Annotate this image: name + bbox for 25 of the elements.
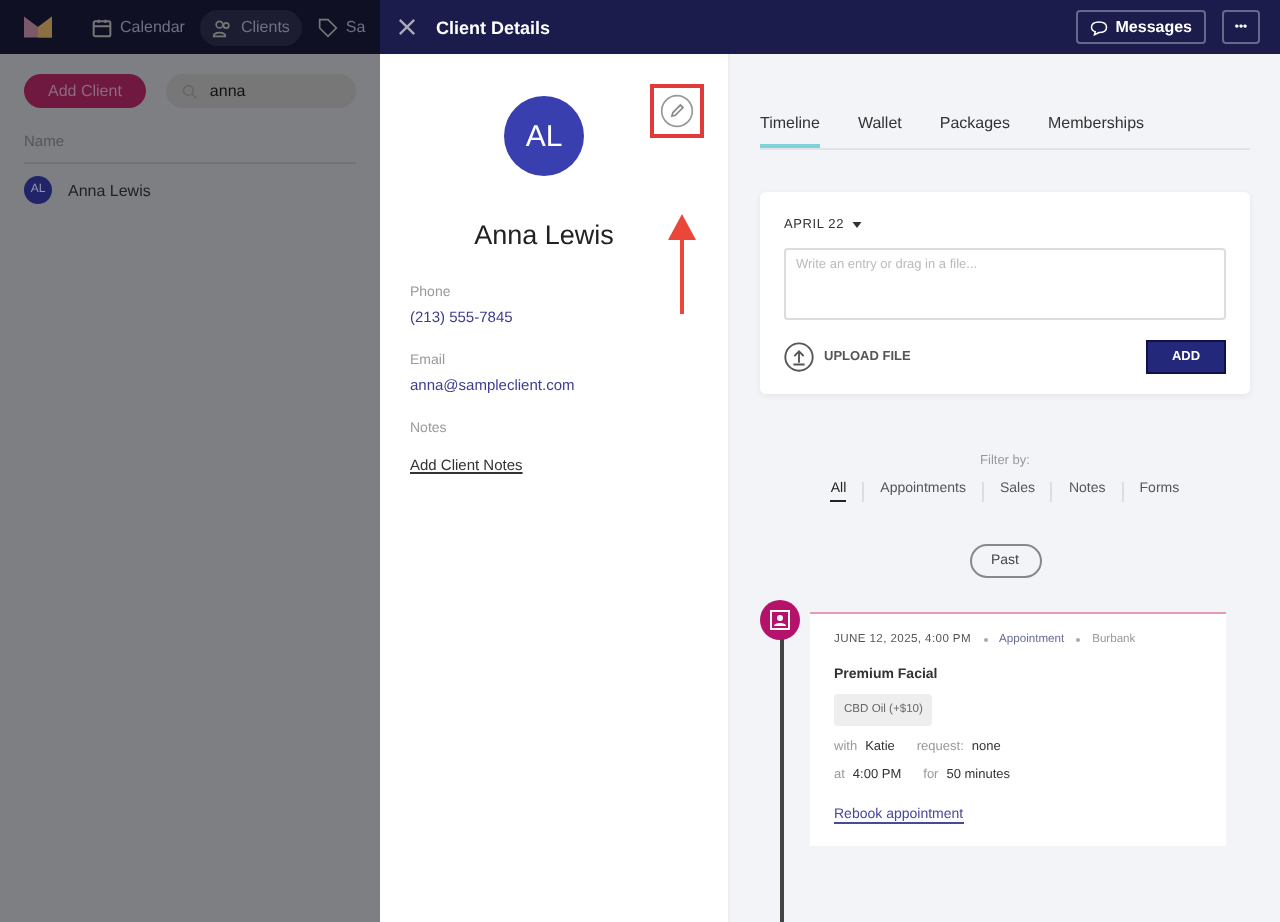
calendar-icon	[92, 17, 112, 37]
tag-icon	[317, 17, 338, 37]
caret-icon	[851, 222, 862, 228]
avatar: AL	[504, 96, 584, 176]
arrow-annotation	[668, 214, 696, 314]
upload-icon	[784, 342, 814, 372]
nav-tab[interactable]: Calendar	[80, 9, 197, 45]
separator-dot	[1076, 638, 1081, 642]
logo-icon	[24, 16, 52, 38]
messages-button[interactable]: Messages	[1075, 10, 1206, 44]
nav-tab[interactable]: Sa	[305, 9, 378, 45]
client-name: Anna Lewis	[472, 220, 616, 250]
tab[interactable]: Memberships	[1048, 114, 1145, 148]
tab[interactable]: Timeline	[760, 114, 820, 148]
people-icon	[212, 17, 233, 37]
client-name[interactable]: Anna Lewis	[68, 181, 151, 199]
tab[interactable]: Wallet	[857, 114, 902, 148]
drawer-title: Client Details	[436, 17, 553, 37]
chat-icon	[1089, 19, 1108, 35]
tab[interactable]: Packages	[939, 114, 1011, 148]
pencil-icon[interactable]	[660, 94, 694, 128]
appointment-icon	[760, 600, 800, 640]
search-field[interactable]: anna	[165, 74, 356, 108]
separator-dot	[983, 638, 988, 642]
close-icon[interactable]	[398, 18, 416, 36]
